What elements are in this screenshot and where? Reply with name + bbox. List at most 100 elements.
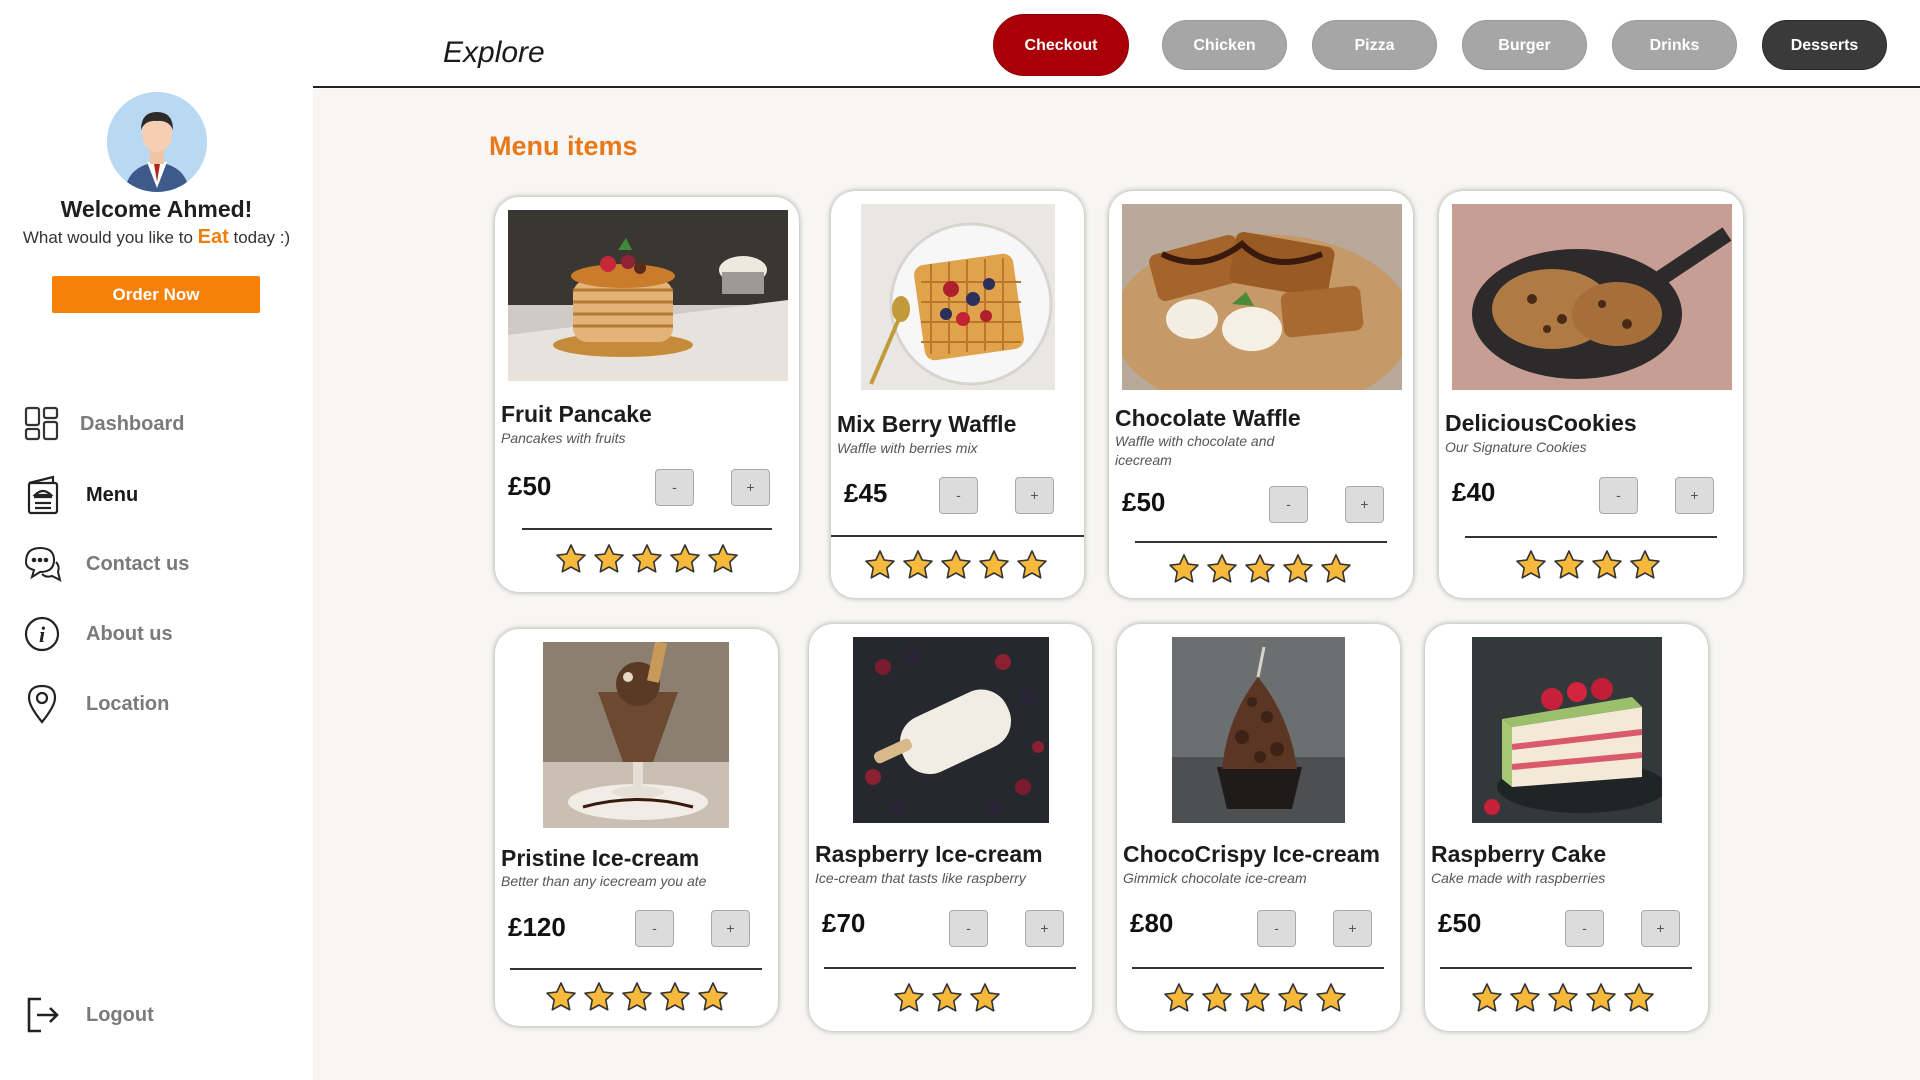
item-name: Fruit Pancake bbox=[501, 401, 652, 427]
star-icon bbox=[1547, 982, 1579, 1014]
rating-stars bbox=[1163, 982, 1347, 1014]
sidebar-item-label: Contact us bbox=[86, 552, 190, 575]
section-title: Menu items bbox=[489, 131, 638, 161]
top-bar: Explore Checkout Chicken Pizza Burger Dr… bbox=[313, 0, 1920, 88]
star-icon bbox=[893, 982, 925, 1014]
sidebar-item-about[interactable]: i About us bbox=[22, 612, 292, 656]
sidebar-item-location[interactable]: Location bbox=[22, 682, 292, 726]
item-description: Better than any icecream you ate bbox=[501, 873, 707, 889]
star-icon bbox=[593, 543, 625, 575]
location-pin-icon bbox=[22, 684, 62, 724]
card-divider bbox=[1135, 541, 1387, 543]
decrease-quantity-button[interactable]: - bbox=[1565, 910, 1604, 947]
star-icon bbox=[1585, 982, 1617, 1014]
item-price: £50 bbox=[1438, 908, 1482, 938]
item-price: £70 bbox=[822, 908, 866, 938]
card-divider bbox=[1440, 967, 1692, 969]
menu-card-chococrispy-ice-cream[interactable]: ChocoCrispy Ice-cream Gimmick chocolate … bbox=[1117, 624, 1400, 1031]
item-name: ChocoCrispy Ice-cream bbox=[1123, 841, 1380, 867]
star-icon bbox=[1320, 553, 1352, 585]
tab-burger[interactable]: Burger bbox=[1462, 20, 1587, 70]
item-name: Raspberry Cake bbox=[1431, 841, 1607, 867]
star-icon bbox=[940, 549, 972, 581]
increase-quantity-button[interactable]: + bbox=[1025, 910, 1064, 947]
order-now-button[interactable]: Order Now bbox=[52, 276, 260, 313]
welcome-subtitle: What would you like to Eat today :) bbox=[0, 226, 313, 249]
decrease-quantity-button[interactable]: - bbox=[1599, 477, 1638, 514]
item-description: Gimmick chocolate ice-cream bbox=[1123, 870, 1307, 886]
sidebar-item-label: About us bbox=[86, 622, 173, 645]
increase-quantity-button[interactable]: + bbox=[1641, 910, 1680, 947]
star-icon bbox=[1282, 553, 1314, 585]
star-icon bbox=[978, 549, 1010, 581]
item-price: £50 bbox=[508, 471, 552, 501]
card-divider bbox=[824, 967, 1076, 969]
star-icon bbox=[1629, 549, 1661, 581]
sidebar-item-label: Location bbox=[86, 692, 170, 715]
star-icon bbox=[1471, 982, 1503, 1014]
card-divider bbox=[1465, 536, 1717, 538]
star-icon bbox=[1553, 549, 1585, 581]
tab-checkout[interactable]: Checkout bbox=[993, 14, 1129, 76]
menu-card-raspberry-cake[interactable]: Raspberry Cake Cake made with raspberrie… bbox=[1425, 624, 1708, 1031]
logout-button[interactable]: Logout bbox=[22, 993, 292, 1037]
increase-quantity-button[interactable]: + bbox=[1675, 477, 1714, 514]
decrease-quantity-button[interactable]: - bbox=[949, 910, 988, 947]
item-description: Our Signature Cookies bbox=[1445, 439, 1587, 455]
sidebar-item-dashboard[interactable]: Dashboard bbox=[22, 402, 292, 446]
raspberry-ice-cream-image bbox=[853, 637, 1049, 823]
increase-quantity-button[interactable]: + bbox=[1333, 910, 1372, 947]
menu-card-pristine-ice-cream[interactable]: Pristine Ice-cream Better than any icecr… bbox=[495, 629, 778, 1026]
decrease-quantity-button[interactable]: - bbox=[635, 910, 674, 947]
delicious-cookies-image bbox=[1452, 204, 1732, 390]
menu-card-mix-berry-waffle[interactable]: Mix Berry Waffle Waffle with berries mix… bbox=[831, 191, 1084, 598]
menu-book-icon bbox=[22, 475, 62, 515]
sidebar-item-label: Menu bbox=[86, 483, 139, 506]
item-name: Pristine Ice-cream bbox=[501, 845, 700, 871]
tab-desserts[interactable]: Desserts bbox=[1762, 20, 1887, 70]
decrease-quantity-button[interactable]: - bbox=[939, 477, 978, 514]
dashboard-icon bbox=[22, 404, 62, 444]
menu-card-chocolate-waffle[interactable]: Chocolate Waffle Waffle with chocolate a… bbox=[1109, 191, 1413, 598]
star-icon bbox=[621, 981, 653, 1013]
decrease-quantity-button[interactable]: - bbox=[655, 469, 694, 506]
sidebar-item-contact[interactable]: Contact us bbox=[22, 542, 292, 586]
item-price: £45 bbox=[844, 478, 888, 508]
tab-chicken[interactable]: Chicken bbox=[1162, 20, 1287, 70]
mix-berry-waffle-image bbox=[861, 204, 1055, 390]
increase-quantity-button[interactable]: + bbox=[731, 469, 770, 506]
sidebar-item-label: Dashboard bbox=[80, 412, 185, 435]
tab-pizza[interactable]: Pizza bbox=[1312, 20, 1437, 70]
chocolate-waffle-image bbox=[1122, 204, 1402, 390]
card-divider bbox=[522, 528, 772, 530]
star-icon bbox=[1315, 982, 1347, 1014]
logout-label: Logout bbox=[86, 1003, 154, 1026]
item-price: £40 bbox=[1452, 477, 1496, 507]
star-icon bbox=[931, 982, 963, 1014]
star-icon bbox=[1591, 549, 1623, 581]
menu-card-fruit-pancake[interactable]: Fruit Pancake Pancakes with fruits £50 -… bbox=[495, 197, 799, 592]
card-divider bbox=[1132, 967, 1384, 969]
increase-quantity-button[interactable]: + bbox=[1015, 477, 1054, 514]
star-icon bbox=[902, 549, 934, 581]
item-name: Mix Berry Waffle bbox=[837, 411, 1017, 437]
star-icon bbox=[969, 982, 1001, 1014]
rating-stars bbox=[864, 549, 1048, 581]
increase-quantity-button[interactable]: + bbox=[1345, 486, 1384, 523]
pristine-ice-cream-image bbox=[543, 642, 729, 828]
star-icon bbox=[669, 543, 701, 575]
star-icon bbox=[707, 543, 739, 575]
chat-bubbles-icon bbox=[22, 544, 62, 584]
menu-card-raspberry-ice-cream[interactable]: Raspberry Ice-cream Ice-cream that tasts… bbox=[809, 624, 1092, 1031]
tab-drinks[interactable]: Drinks bbox=[1612, 20, 1737, 70]
chococrispy-ice-cream-image bbox=[1172, 637, 1345, 823]
decrease-quantity-button[interactable]: - bbox=[1257, 910, 1296, 947]
decrease-quantity-button[interactable]: - bbox=[1269, 486, 1308, 523]
increase-quantity-button[interactable]: + bbox=[711, 910, 750, 947]
menu-card-delicious-cookies[interactable]: DeliciousCookies Our Signature Cookies £… bbox=[1439, 191, 1743, 598]
sidebar-item-menu[interactable]: Menu bbox=[22, 473, 292, 517]
star-icon bbox=[1206, 553, 1238, 585]
star-icon bbox=[1201, 982, 1233, 1014]
item-name: Raspberry Ice-cream bbox=[815, 841, 1043, 867]
star-icon bbox=[1168, 553, 1200, 585]
